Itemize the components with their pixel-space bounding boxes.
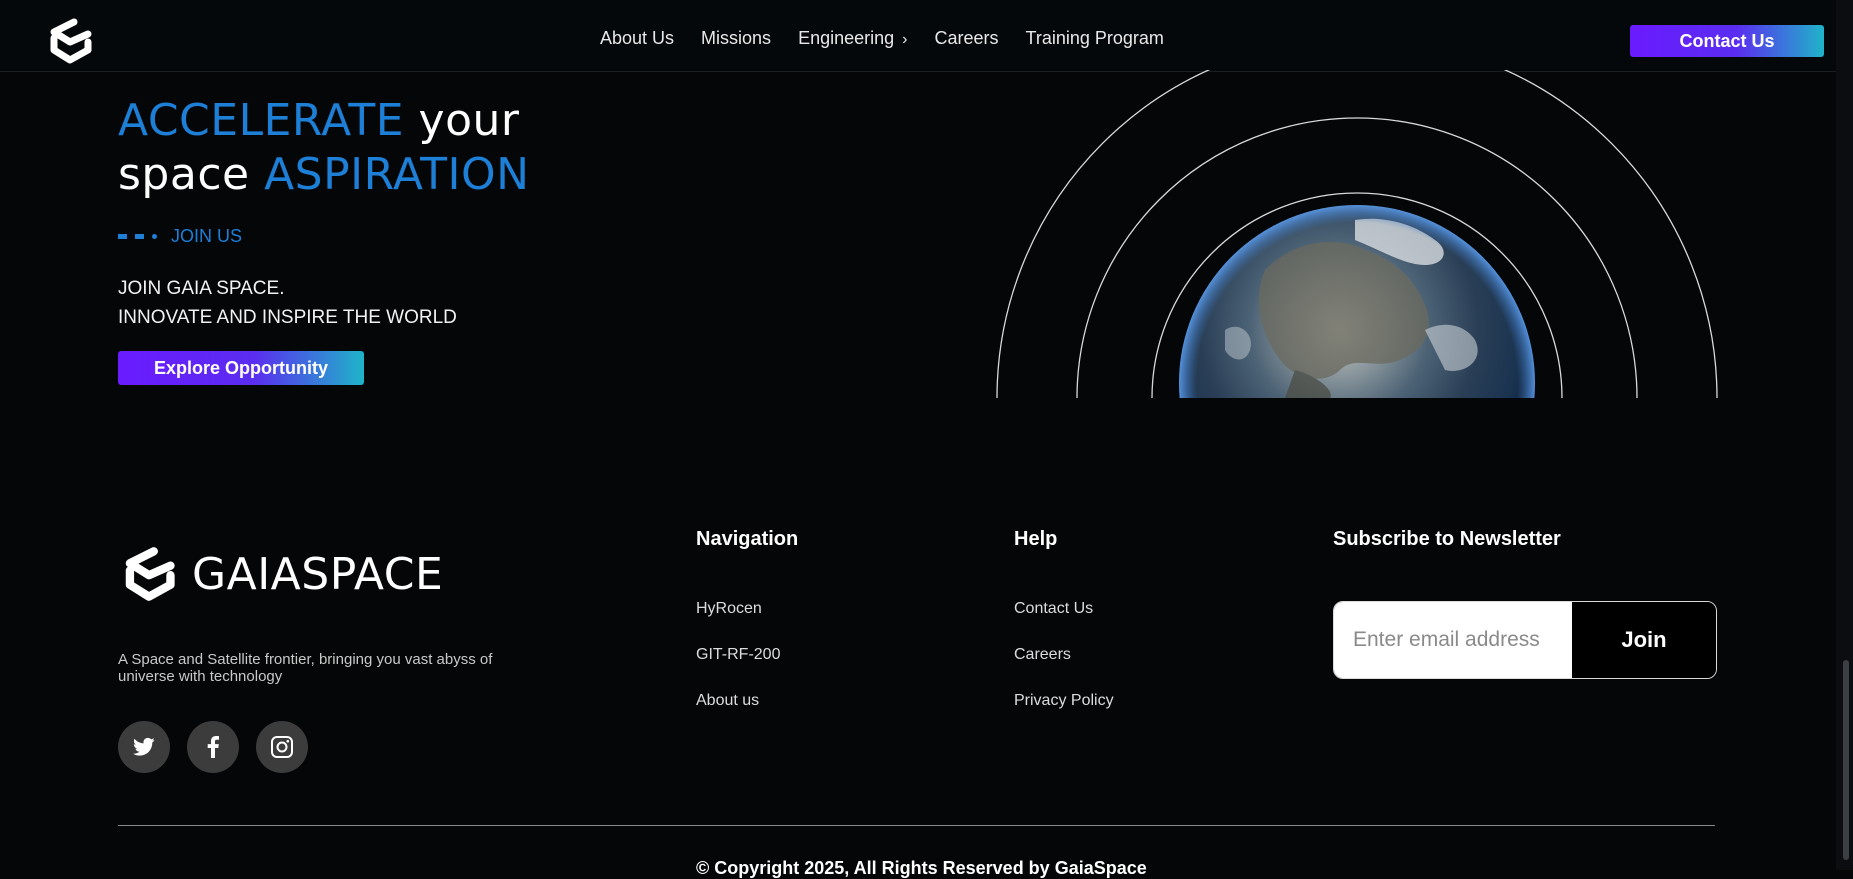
hero-word-space: space	[118, 149, 265, 200]
newsletter-heading: Subscribe to Newsletter	[1333, 528, 1561, 550]
hero-word-your: your	[404, 95, 520, 146]
nav-training-program[interactable]: Training Program	[1026, 28, 1164, 49]
nav-engineering[interactable]: Engineering ›	[798, 28, 907, 49]
join-button[interactable]: Join	[1572, 602, 1716, 678]
help-heading: Help	[1014, 528, 1058, 550]
nav-about-us[interactable]: About Us	[600, 28, 674, 49]
dot-decoration	[152, 234, 157, 239]
main-nav: About Us Missions Engineering › Careers T…	[600, 28, 1164, 49]
explore-opportunity-button[interactable]: Explore Opportunity	[118, 351, 364, 385]
earth-image	[996, 70, 1718, 398]
earth-orbit-illustration	[995, 70, 1720, 398]
hero-word-accelerate: ACCELERATE	[118, 95, 405, 146]
nav-careers[interactable]: Careers	[934, 28, 998, 49]
join-us-label: JOIN US	[118, 226, 242, 247]
brand-name: GAIASPACE	[192, 548, 444, 600]
instagram-icon[interactable]	[256, 721, 308, 773]
footer-link-careers[interactable]: Careers	[1014, 646, 1071, 664]
facebook-icon[interactable]	[187, 721, 239, 773]
hero-subheading-line-2: INNOVATE AND INSPIRE THE WORLD	[118, 307, 457, 328]
hero-word-aspiration: ASPIRATION	[264, 149, 530, 200]
footer-newsletter-column: Subscribe to Newsletter	[1333, 528, 1561, 551]
hero-subheading-line-1: JOIN GAIA SPACE.	[118, 278, 285, 299]
gaiaspace-logo-icon[interactable]	[44, 16, 96, 66]
dash-decoration	[135, 234, 144, 239]
footer-brand: GAIASPACE	[118, 543, 443, 605]
footer-link-git-rf-200[interactable]: GIT-RF-200	[696, 646, 780, 664]
email-input[interactable]	[1334, 602, 1572, 678]
footer-link-privacy-policy[interactable]: Privacy Policy	[1014, 692, 1114, 710]
footer-help-column: Help Contact Us Careers Privacy Policy	[1014, 528, 1114, 709]
gaiaspace-logo-icon[interactable]	[118, 543, 180, 605]
nav-missions[interactable]: Missions	[701, 28, 771, 49]
footer-divider	[118, 825, 1715, 826]
join-us-text: JOIN US	[171, 226, 243, 246]
footer-link-hyrocen[interactable]: HyRocen	[696, 600, 762, 618]
navigation-heading: Navigation	[696, 528, 799, 550]
hero-heading: ACCELERATE your space ASPIRATION	[118, 94, 530, 202]
scrollbar-thumb[interactable]	[1843, 660, 1849, 860]
nav-engineering-label: Engineering	[798, 28, 895, 48]
footer-link-contact-us[interactable]: Contact Us	[1014, 600, 1093, 618]
dash-decoration	[118, 234, 127, 239]
top-navigation-bar: About Us Missions Engineering › Careers T…	[0, 0, 1836, 72]
contact-us-button[interactable]: Contact Us	[1630, 25, 1824, 57]
hero-subheading: JOIN GAIA SPACE. INNOVATE AND INSPIRE TH…	[118, 274, 457, 332]
copyright-text: © Copyright 2025, All Rights Reserved by…	[696, 858, 1147, 878]
chevron-right-icon: ›	[902, 31, 908, 48]
newsletter-form: Join	[1333, 601, 1717, 679]
footer-navigation-column: Navigation HyRocen GIT-RF-200 About us	[696, 528, 799, 709]
footer-tagline: A Space and Satellite frontier, bringing…	[118, 651, 493, 685]
social-links	[118, 721, 308, 773]
footer-link-about-us[interactable]: About us	[696, 692, 759, 710]
twitter-icon[interactable]	[118, 721, 170, 773]
